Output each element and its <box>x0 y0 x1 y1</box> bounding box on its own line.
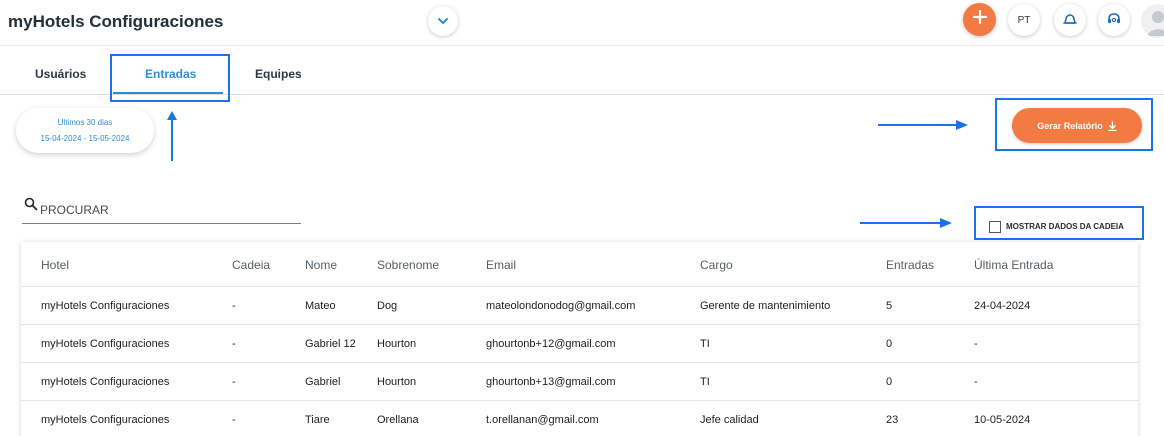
cell-hotel: myHotels Configuraciones <box>41 300 170 312</box>
notifications-button[interactable] <box>1054 4 1086 36</box>
hotel-selector-button[interactable] <box>428 6 458 36</box>
date-filter-label: Ultimos 30 dias <box>57 118 113 127</box>
cell-entradas: 0 <box>886 376 893 388</box>
cell-sobrenome: Orellana <box>377 414 419 426</box>
cell-cadeia: - <box>232 376 236 388</box>
cell-nome: Gabriel 12 <box>305 338 356 350</box>
page: myHotels Configuraciones PT Usuários Ent… <box>0 0 1164 436</box>
cell-cargo: TI <box>700 338 710 350</box>
cell-cadeia: - <box>232 414 236 426</box>
generate-report-button[interactable]: Gerar Relatório <box>1012 108 1142 143</box>
search-icon <box>24 197 38 216</box>
cell-email: t.orellanan@gmail.com <box>486 414 599 426</box>
headset-icon <box>1106 11 1122 30</box>
cell-nome: Tiare <box>305 414 330 426</box>
column-header-email[interactable]: Email <box>486 258 516 272</box>
show-chain-data-checkbox[interactable] <box>989 221 1001 233</box>
language-label: PT <box>1017 14 1031 26</box>
search-underline <box>22 223 301 224</box>
date-filter-range: 15-04-2024 - 15-05-2024 <box>40 134 130 143</box>
app-title: myHotels Configuraciones <box>8 12 224 31</box>
cell-sobrenome: Hourton <box>377 338 417 350</box>
cell-sobrenome: Dog <box>377 300 398 312</box>
cell-ultima-entrada: 10-05-2024 <box>974 414 1031 426</box>
column-header-cargo[interactable]: Cargo <box>700 258 733 272</box>
table-row[interactable]: myHotels Configuraciones - Mateo Dog mat… <box>21 286 1138 324</box>
cell-cargo: Gerente de mantenimiento <box>700 300 831 312</box>
column-header-hotel[interactable]: Hotel <box>41 258 69 272</box>
cell-ultima-entrada: - <box>974 338 978 350</box>
cell-hotel: myHotels Configuraciones <box>41 376 170 388</box>
user-avatar[interactable] <box>1141 4 1164 38</box>
add-button[interactable] <box>963 3 996 36</box>
cell-sobrenome: Hourton <box>377 376 417 388</box>
cell-hotel: myHotels Configuraciones <box>41 414 170 426</box>
annotation-arrow-right-report <box>878 120 968 130</box>
tab-equipes[interactable]: Equipes <box>255 67 302 81</box>
user-icon <box>1146 11 1164 36</box>
cell-cargo: TI <box>700 376 710 388</box>
language-button[interactable]: PT <box>1008 4 1040 36</box>
show-chain-data-label: MOSTRAR DADOS DA CADEIA <box>1006 222 1124 231</box>
support-button[interactable] <box>1098 4 1130 36</box>
column-header-sobrenome[interactable]: Sobrenome <box>377 258 439 272</box>
download-icon <box>1108 121 1117 131</box>
column-header-entradas[interactable]: Entradas <box>886 258 934 272</box>
cell-entradas: 23 <box>886 414 899 426</box>
top-bar: myHotels Configuraciones PT <box>0 0 1164 46</box>
plus-icon <box>972 9 987 29</box>
search-input[interactable] <box>40 199 300 221</box>
cell-entradas: 5 <box>886 300 893 312</box>
cell-email: ghourtonb+13@gmail.com <box>486 376 616 388</box>
annotation-box-tab <box>110 54 230 102</box>
bell-icon <box>1062 12 1078 29</box>
cell-email: ghourtonb+12@gmail.com <box>486 338 616 350</box>
annotation-arrow-right-checkbox <box>860 218 952 228</box>
cell-ultima-entrada: - <box>974 376 978 388</box>
annotation-arrow-up <box>167 111 177 161</box>
table-row[interactable]: myHotels Configuraciones - Gabriel Hourt… <box>21 362 1138 400</box>
table-row[interactable]: myHotels Configuraciones - Gabriel 12 Ho… <box>21 324 1138 362</box>
cell-email: mateolondonodog@gmail.com <box>486 300 636 312</box>
date-filter-button[interactable]: Ultimos 30 dias 15-04-2024 - 15-05-2024 <box>16 108 154 153</box>
cell-nome: Mateo <box>305 300 336 312</box>
cell-cargo: Jefe calidad <box>700 414 759 426</box>
cell-cadeia: - <box>232 338 236 350</box>
entries-table: Hotel Cadeia Nome Sobrenome Email Cargo … <box>21 242 1138 436</box>
chevron-down-icon <box>437 12 449 30</box>
cell-ultima-entrada: 24-04-2024 <box>974 300 1031 312</box>
column-header-nome[interactable]: Nome <box>305 258 337 272</box>
cell-nome: Gabriel <box>305 376 341 388</box>
table-row[interactable]: myHotels Configuraciones - Tiare Orellan… <box>21 400 1138 436</box>
generate-report-label: Gerar Relatório <box>1037 120 1103 131</box>
column-header-cadeia[interactable]: Cadeia <box>232 258 270 272</box>
cell-cadeia: - <box>232 300 236 312</box>
cell-hotel: myHotels Configuraciones <box>41 338 170 350</box>
tab-usuarios[interactable]: Usuários <box>35 67 86 81</box>
cell-entradas: 0 <box>886 338 893 350</box>
column-header-ultima-entrada[interactable]: Última Entrada <box>974 258 1053 272</box>
